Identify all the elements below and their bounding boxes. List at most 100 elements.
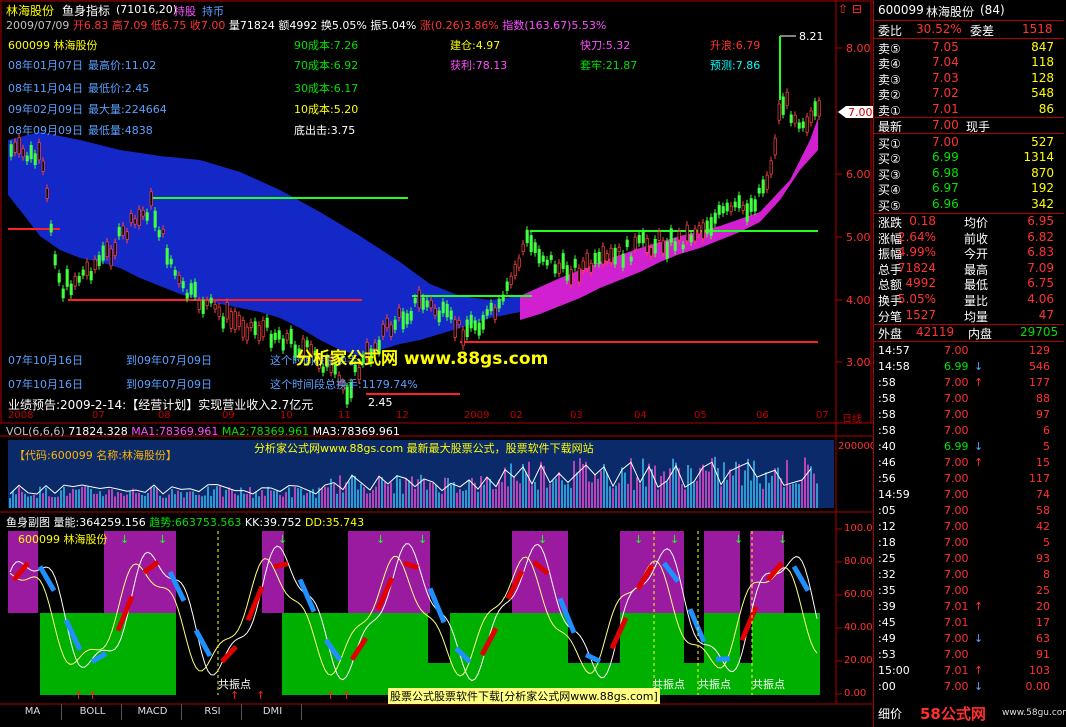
tab-boll[interactable]: BOLL: [64, 704, 122, 720]
price-axis-3: 3.00: [846, 356, 871, 369]
tick-row: :25 7.00 93: [878, 552, 1050, 565]
svg-text:↑: ↑: [74, 689, 83, 702]
outer-inner-row: 外盘 42119 内盘 29705: [878, 325, 1059, 341]
buy-level-2[interactable]: 买② 6.99 1314: [874, 150, 1064, 166]
sub-stock-label: 600099 林海股份: [18, 533, 108, 546]
period-from-1: 07年10月16日: [8, 354, 83, 367]
svg-text:↓: ↓: [278, 533, 287, 546]
resonance-label-1: 共振点: [218, 678, 251, 691]
svg-text:↑: ↑: [326, 689, 335, 702]
tick-row: :46 7.00 ↑ 15: [878, 456, 1050, 469]
period-text-2: 这个时间段总换手:1179.74%: [270, 378, 418, 391]
overlay-low-price: 最低价:2.45: [88, 82, 150, 95]
tab-macd[interactable]: MACD: [124, 704, 182, 720]
bottom-escape: 底出击:3.75: [294, 124, 356, 137]
volume-code-label: 【代码:600099 名称:林海股份】: [14, 449, 177, 462]
sell-level-1[interactable]: 卖① 7.01 86: [874, 102, 1064, 118]
volume-axis-top: 200000: [838, 441, 877, 452]
tick-row: :12 7.00 42: [878, 520, 1050, 533]
buy-level-5[interactable]: 买⑤ 6.96 342: [874, 197, 1064, 213]
volume-header: VOL(6,6,6) 71824.328 MA1:78369.961 MA2:7…: [6, 425, 400, 438]
sell-level-3[interactable]: 卖③ 7.03 128: [874, 71, 1064, 87]
sell-level-5[interactable]: 卖⑤ 7.05 847: [874, 40, 1064, 56]
overlay-high-price: 最高价:11.02: [88, 59, 157, 72]
tab-dmi[interactable]: DMI: [244, 704, 302, 720]
tick-row: :39 7.01 ↑ 20: [878, 600, 1050, 613]
tick-row: :45 7.01 17: [878, 616, 1050, 629]
tab-rsi[interactable]: RSI: [184, 704, 242, 720]
stat-row: 分笔 1527 均量 47: [878, 307, 1054, 324]
watermark: 分析家公式网 www.88gs.com: [296, 349, 549, 369]
low-label: 2.45: [368, 396, 393, 409]
svg-text:↓: ↓: [120, 533, 129, 546]
site-logo: 58公式网: [920, 705, 986, 723]
price-axis-4: 4.00: [846, 294, 871, 307]
overlay-date-1: 08年01月07日: [8, 59, 83, 72]
footer-banner[interactable]: 股票公式股票软件下载[分析家公式网www.88gs.com]: [388, 688, 660, 704]
svg-text:↓: ↓: [634, 533, 643, 546]
overlay-date-4: 08年09月09日: [8, 124, 83, 137]
sub-axis-40: 40.00: [844, 622, 873, 633]
predict-value: 预测:7.86: [710, 59, 761, 72]
sell-level-2[interactable]: 卖② 7.02 548: [874, 86, 1064, 102]
profit-ratio: 获利:78.13: [450, 59, 508, 72]
tick-row: 14:59 7.00 74: [878, 488, 1050, 501]
tick-row: 14:57 7.00 129: [878, 344, 1050, 357]
overlay-code-name: 600099 林海股份: [8, 39, 98, 52]
buy-level-1[interactable]: 买① 7.00 527: [874, 135, 1064, 151]
overlay-max-vol: 最大量:224664: [88, 103, 167, 116]
price-axis-8: 8.00: [846, 42, 871, 55]
latest-row: 最新 7.00 现手: [878, 118, 991, 134]
overlay-date-3: 09年02月09日: [8, 103, 83, 116]
rise-wave: 升浪:6.79: [710, 39, 761, 52]
detail-tab[interactable]: 细价: [878, 705, 902, 722]
resonance-label-4: 共振点: [752, 678, 785, 691]
site-url: www.58gu.com: [1002, 708, 1066, 718]
sub-axis-20: 20.00: [844, 655, 873, 666]
svg-text:↑: ↑: [88, 689, 97, 702]
stat-row: 总手 71824 最高 7.09: [878, 260, 1054, 277]
buy-level-3[interactable]: 买③ 6.98 870: [874, 166, 1064, 182]
fish-body-magenta: [520, 118, 818, 320]
svg-text:↑: ↑: [256, 689, 265, 702]
svg-text:↓: ↓: [418, 533, 427, 546]
tick-row: :00 7.00 ↓ 0.00: [878, 680, 1050, 693]
sub-axis-60: 60.00: [844, 589, 873, 600]
tick-row: :53 7.00 91: [878, 648, 1050, 661]
green-down-arrows: ↓ ↓ ↓ ↓ ↓ ↓ ↓ ↓ ↓ ↓: [120, 533, 787, 546]
tick-row: :05 7.00 58: [878, 504, 1050, 517]
svg-text:↓: ↓: [376, 533, 385, 546]
tick-row: :35 7.00 25: [878, 584, 1050, 597]
sell-level-4[interactable]: 卖④ 7.04 118: [874, 55, 1064, 71]
current-price-tag: 7.00: [848, 106, 873, 119]
indicator-params: (71016,20): [116, 3, 178, 16]
tick-row: :58 7.00 88: [878, 392, 1050, 405]
sub-header: 鱼身副图 量能:364259.156 趋势:663753.563 KK:39.7…: [6, 516, 365, 529]
stat-row: 总额 4992 最低 6.75: [878, 276, 1054, 293]
tick-row: :32 7.00 8: [878, 568, 1050, 581]
overlay-date-2: 08年11月04日: [8, 82, 83, 95]
cost-10: 10成本:5.20: [294, 103, 359, 116]
quick-knife: 快刀:5.32: [580, 39, 631, 52]
tick-row: :40 6.99 ↓ 5: [878, 440, 1050, 453]
tick-row: :18 7.00 5: [878, 536, 1050, 549]
tab-ma[interactable]: MA: [4, 704, 62, 720]
sub-axis-0: 0.00: [844, 688, 867, 699]
quote-panel: 600099 林海股份 (84) 委比 30.52% 委差 1518 卖⑤ 7.0…: [873, 0, 1066, 727]
tick-row: :58 7.00 ↑ 177: [878, 376, 1050, 389]
buy-level-4[interactable]: 买④ 6.97 192: [874, 181, 1064, 197]
resonance-label-3: 共振点: [698, 678, 731, 691]
high-label: 8.21: [799, 30, 824, 43]
stat-row: 换手 5.05% 量比 4.06: [878, 292, 1054, 308]
cost-30: 30成本:6.17: [294, 82, 359, 95]
svg-text:↓: ↓: [538, 533, 547, 546]
tick-row: :49 7.00 ↓ 63: [878, 632, 1050, 645]
trap-ratio: 套牢:21.87: [580, 59, 638, 72]
price-axis-5: 5.00: [846, 231, 871, 244]
price-axis-6: 6.00: [846, 168, 871, 181]
stat-row: 涨跌 0.18 均价 6.95: [878, 214, 1054, 230]
tick-row: 14:58 6.99 ↓ 546: [878, 360, 1050, 373]
overlay-min-vol: 最低量:4838: [88, 124, 153, 137]
top-right-icons[interactable]: ⇧ ⊟: [838, 2, 862, 16]
stat-row: 涨幅 2.64% 前收 6.82: [878, 229, 1054, 246]
